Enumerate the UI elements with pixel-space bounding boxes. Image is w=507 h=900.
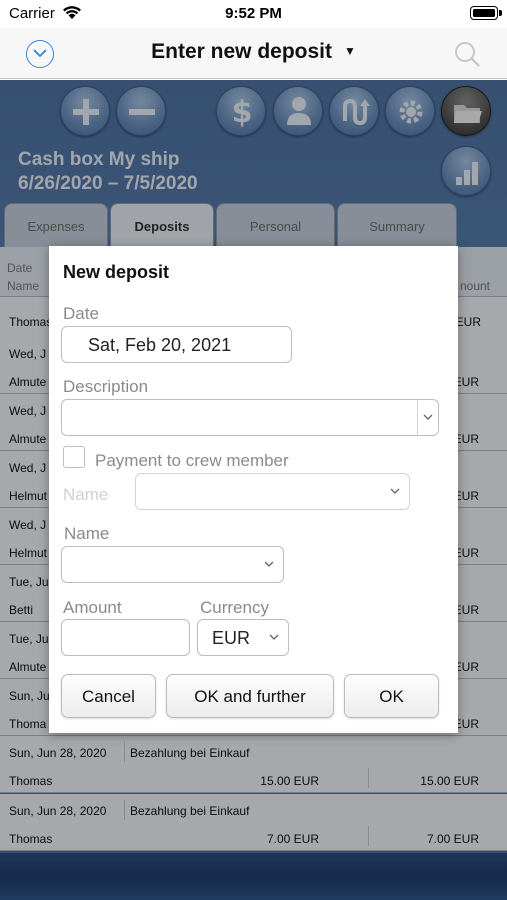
chevron-down-icon	[390, 488, 400, 494]
amount-input[interactable]	[61, 619, 190, 656]
search-icon[interactable]	[453, 40, 481, 68]
dialog-title: New deposit	[63, 262, 170, 282]
ok-and-further-button[interactable]: OK and further	[166, 674, 334, 718]
amount-label: Amount	[63, 598, 122, 617]
page-title-text: Enter new deposit	[151, 40, 332, 63]
date-value: Sat, Feb 20, 2021	[88, 335, 232, 355]
field-separator	[417, 400, 418, 435]
chevron-down-icon	[264, 561, 274, 567]
chevron-down-icon	[269, 634, 279, 640]
currency-value: EUR	[212, 628, 251, 648]
ok-button[interactable]: OK	[344, 674, 439, 718]
battery-icon	[470, 6, 498, 20]
name-label: Name	[64, 524, 110, 543]
navigation-bar: Enter new deposit ▼	[0, 28, 507, 79]
crew-name-label: Name	[63, 485, 109, 504]
caret-down-icon: ▼	[343, 44, 356, 58]
currency-label: Currency	[200, 598, 269, 617]
crew-name-select[interactable]	[135, 473, 410, 510]
date-label: Date	[63, 304, 99, 323]
battery-tip	[499, 10, 502, 16]
new-deposit-dialog: New deposit Date Sat, Feb 20, 2021 Descr…	[49, 246, 458, 733]
description-field[interactable]	[61, 399, 439, 436]
crew-member-label: Payment to crew member	[95, 451, 289, 470]
crew-member-checkbox[interactable]	[63, 446, 85, 468]
chevron-down-icon	[423, 414, 433, 420]
clock: 9:52 PM	[225, 5, 282, 22]
page-title[interactable]: Enter new deposit ▼	[0, 40, 507, 64]
currency-select[interactable]: EUR	[197, 619, 289, 656]
cancel-button[interactable]: Cancel	[61, 674, 156, 718]
description-label: Description	[63, 377, 149, 396]
date-field[interactable]: Sat, Feb 20, 2021	[61, 326, 292, 363]
status-bar: Carrier 9:52 PM	[0, 0, 507, 28]
name-select[interactable]	[61, 546, 284, 583]
